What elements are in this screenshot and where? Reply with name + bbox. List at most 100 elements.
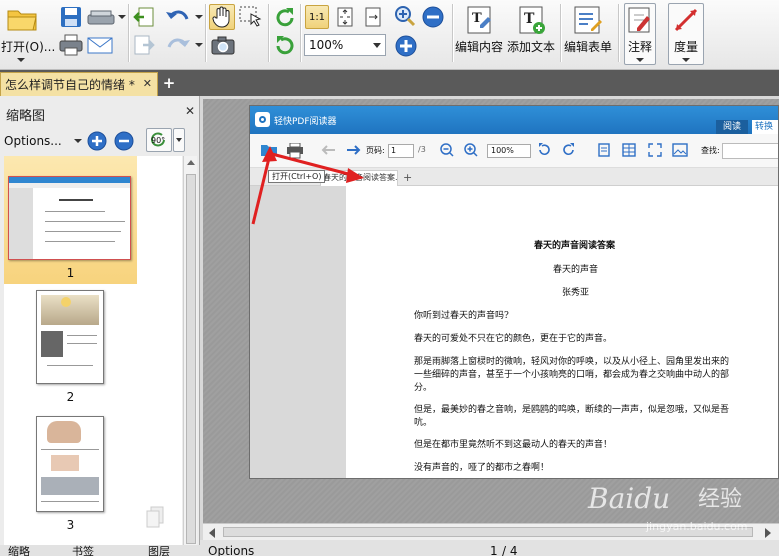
new-tab-plus-icon[interactable]: + xyxy=(162,76,176,91)
baidu-logo-icon: Baidu 经验 jingyan.baidu.com xyxy=(587,482,748,533)
embedded-title-bar: 轻快PDF阅读器 阅读 转换 xyxy=(250,106,778,134)
status-options-label[interactable]: Options xyxy=(208,544,254,556)
snapshot-camera-icon[interactable] xyxy=(210,34,236,56)
hand-tool-icon[interactable] xyxy=(209,4,235,30)
doc-author: 张秀亚 xyxy=(562,288,590,298)
toolbar-separator xyxy=(205,4,206,62)
thumbnail-page-3[interactable]: 3 xyxy=(4,412,137,540)
zoom-in-tool-icon[interactable] xyxy=(394,5,416,27)
annotate-icon xyxy=(627,6,653,34)
thumbnail-zoom-out-icon[interactable] xyxy=(113,130,135,152)
embedded-fullscreen-icon xyxy=(648,143,662,160)
toolbar-separator xyxy=(618,4,619,62)
print-icon[interactable] xyxy=(59,34,83,56)
thumbnail-page-1[interactable]: 1 xyxy=(4,156,137,284)
embedded-zoom-out-icon xyxy=(440,143,454,160)
fit-width-icon[interactable] xyxy=(361,5,385,29)
main-toolbar: 打开(O)... 1:1 100% T 编辑内容 T 添加文本 编辑表单 注释 … xyxy=(0,0,779,70)
edit-content-icon[interactable]: T xyxy=(465,4,495,36)
next-view-icon[interactable] xyxy=(133,34,155,56)
page-number-label: 3 xyxy=(66,518,75,532)
open-dropdown-caret[interactable] xyxy=(17,58,25,62)
embedded-tab-label: 春天的声音阅读答案.pdf xyxy=(323,173,398,182)
edit-form-label[interactable]: 编辑表单 xyxy=(564,38,612,55)
scanner-icon[interactable] xyxy=(87,6,117,28)
thumbnail-list: 1 2 3 xyxy=(4,156,182,548)
open-button-label[interactable]: 打开(O)... xyxy=(1,38,55,55)
embedded-document-tab: 春天的声音阅读答案.pdf xyxy=(320,170,398,186)
open-folder-icon[interactable] xyxy=(4,4,40,34)
status-page-value[interactable]: 1 xyxy=(490,544,498,556)
panel-tab-thumbnails[interactable]: 缩略 xyxy=(8,545,30,556)
watermark-brand-cn: 经验 xyxy=(698,487,742,512)
embedded-zoom-in-icon xyxy=(464,143,478,160)
page-3-preview xyxy=(36,416,104,512)
scrollbar-thumb[interactable] xyxy=(186,174,196,544)
doc-paragraph: 那是雨脚落上窗棂时的微响，轻风对你的呼唤，以及从小径上、园角里发出来的 xyxy=(414,357,730,367)
watermark-brand: Baidu xyxy=(587,482,670,515)
zoom-value: 100% xyxy=(309,38,344,52)
zoom-in-icon[interactable] xyxy=(394,34,418,58)
embedded-page-value: 1 xyxy=(391,146,397,155)
embedded-mode-read: 阅读 xyxy=(716,120,748,134)
zoom-out-icon[interactable] xyxy=(421,5,445,29)
embedded-mode-convert: 转换 xyxy=(752,120,778,134)
page-number-label: 2 xyxy=(66,390,75,404)
embedded-forward-arrow-icon xyxy=(346,143,362,160)
actual-size-button[interactable]: 1:1 xyxy=(305,5,329,29)
doc-paragraph: 但是在都市里竟然听不到这最动人的春天的声音！ xyxy=(414,440,613,450)
embedded-document-page: 春天的声音阅读答案 春天的声音 张秀亚 你听到过春天的声音吗? 春天的可爱处不只… xyxy=(346,186,778,478)
embedded-side-panel xyxy=(250,186,346,478)
rotate-clockwise-icon[interactable] xyxy=(273,6,297,30)
undo-icon[interactable] xyxy=(163,6,193,28)
select-text-icon[interactable] xyxy=(238,4,264,30)
rotate-thumbnail-button[interactable]: 90° xyxy=(146,128,172,152)
add-text-icon[interactable]: T xyxy=(517,4,547,36)
embedded-page-total: /3 xyxy=(418,145,426,154)
add-text-label[interactable]: 添加文本 xyxy=(507,38,555,55)
annotate-dropdown-caret xyxy=(636,58,644,62)
edit-form-icon[interactable] xyxy=(572,4,604,36)
fit-page-icon[interactable] xyxy=(333,5,357,29)
embedded-toolbar: 页码: 1 /3 100% 查找: xyxy=(250,134,778,168)
thumbnail-options-dropdown[interactable]: Options... xyxy=(4,130,82,152)
rotate-dropdown[interactable] xyxy=(173,128,185,152)
email-icon[interactable] xyxy=(87,34,113,56)
embedded-print-icon xyxy=(286,142,304,162)
panel-tab-bookmarks[interactable]: 书签 xyxy=(72,545,94,556)
close-icon[interactable]: ✕ xyxy=(185,104,195,118)
svg-text:T: T xyxy=(524,11,535,27)
toolbar-separator xyxy=(128,4,129,62)
embedded-rotate-right-icon xyxy=(562,143,576,160)
thumbnail-scrollbar[interactable] xyxy=(183,156,197,548)
scroll-up-arrow-icon[interactable] xyxy=(187,160,195,165)
undo-dropdown-caret[interactable] xyxy=(195,15,203,19)
doc-paragraph: 但是，最美妙的春之音响，是鸥鸥的鸣唤，断续的一声声，似是忽哦，又似是吾 xyxy=(414,405,730,415)
panel-tab-layers[interactable]: 图层 xyxy=(148,545,170,556)
document-tab-bar: 怎么样调节自己的情绪 * ✕ + xyxy=(0,70,779,96)
thumbnail-panel-title: 缩略图 xyxy=(6,109,46,124)
save-icon[interactable] xyxy=(59,6,83,28)
edit-content-label[interactable]: 编辑内容 xyxy=(455,38,503,55)
embedded-continuous-icon xyxy=(622,143,636,160)
scroll-left-arrow-icon[interactable] xyxy=(209,528,215,538)
embedded-single-page-icon xyxy=(598,143,610,160)
redo-dropdown-caret[interactable] xyxy=(195,43,203,47)
embedded-page-input: 1 xyxy=(388,144,414,158)
redo-icon[interactable] xyxy=(163,34,193,56)
chevron-down-icon xyxy=(74,139,82,143)
toolbar-separator xyxy=(268,4,269,62)
doc-paragraph: 没有声音的，哑了的都市之春啊！ xyxy=(414,463,550,473)
doc-subtitle: 春天的声音 xyxy=(553,265,599,275)
scanner-dropdown-caret[interactable] xyxy=(118,15,126,19)
page-1-preview xyxy=(8,176,131,260)
embedded-zoom-select: 100% xyxy=(487,144,531,158)
thumbnail-page-2[interactable]: 2 xyxy=(4,284,137,412)
document-viewport[interactable]: 轻快PDF阅读器 阅读 转换 页码: 1 /3 100% 查找: 春天的声音阅读… xyxy=(203,99,779,523)
tab-document[interactable]: 怎么样调节自己的情绪 * ✕ xyxy=(0,72,158,96)
thumbnail-zoom-in-icon[interactable] xyxy=(86,130,108,152)
close-icon[interactable]: ✕ xyxy=(143,77,152,90)
previous-view-icon[interactable] xyxy=(133,6,155,28)
rotate-counterclockwise-icon[interactable] xyxy=(273,34,297,58)
zoom-select[interactable]: 100% xyxy=(304,34,386,56)
